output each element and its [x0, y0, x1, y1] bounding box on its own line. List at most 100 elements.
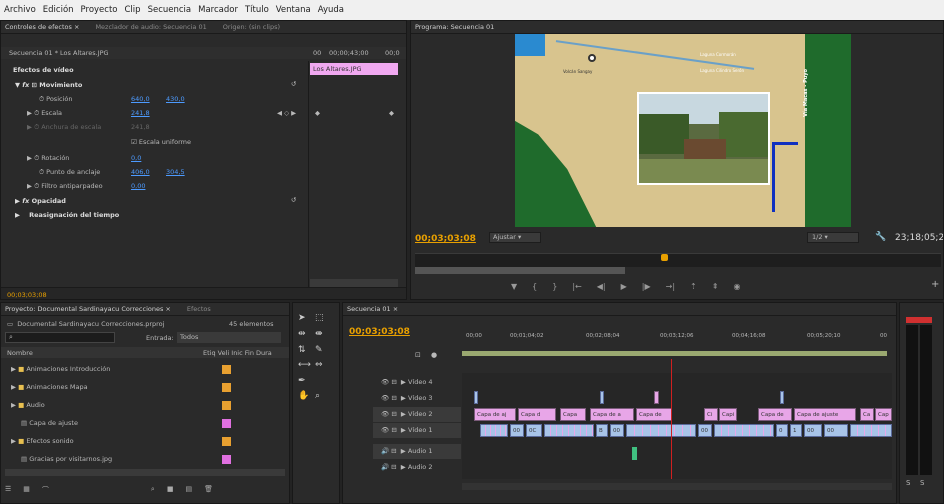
video1-clip[interactable]: 00	[510, 424, 524, 437]
video1-clip[interactable]	[850, 424, 892, 437]
fit-dropdown[interactable]: Ajustar ▾	[489, 232, 541, 243]
timeline-h-scrollbar[interactable]	[462, 483, 892, 490]
track-header-audio1[interactable]: 🔊 ⊟ ▶ Audio 1	[373, 444, 461, 459]
add-button-icon[interactable]: +	[931, 279, 939, 290]
video1-clip[interactable]	[544, 424, 594, 437]
tab-program[interactable]: Programa: Secuencia 01	[415, 23, 494, 31]
audio1-clip[interactable]	[632, 447, 637, 460]
program-timecode[interactable]: 00;03;03;08	[415, 234, 476, 244]
extract-icon[interactable]: ⇞	[712, 282, 719, 291]
video2-clip[interactable]: Capa de	[636, 408, 672, 421]
tab-project[interactable]: Proyecto: Documental Sardinayacu Correcc…	[5, 305, 171, 313]
anclaje-x-value[interactable]: 406,0	[131, 168, 150, 176]
menu-proyecto[interactable]: Proyecto	[81, 5, 118, 15]
entrada-dropdown[interactable]: Todos	[177, 332, 281, 343]
video2-clip[interactable]: Capa d	[518, 408, 556, 421]
menu-secuencia[interactable]: Secuencia	[148, 5, 192, 15]
project-scrollbar[interactable]	[5, 469, 285, 476]
go-to-in-icon[interactable]: |←	[572, 282, 581, 291]
video3-clip[interactable]	[780, 391, 784, 404]
reasignacion-row[interactable]: ▶ Reasignación del tiempo	[15, 211, 119, 219]
track-header-video4[interactable]: 👁 ⊟ ▶ Vídeo 4	[373, 375, 461, 390]
video2-clip[interactable]: Ci	[704, 408, 718, 421]
video2-clip[interactable]: Capa de ajuste	[794, 408, 856, 421]
hand-tool-icon[interactable]: ✋	[298, 391, 309, 401]
list-item[interactable]: ▤ Gracias por visitarnos.jpg	[1, 451, 289, 467]
track-header-video3[interactable]: 👁 ⊟ ▶ Vídeo 3	[373, 391, 461, 406]
tab-source[interactable]: Origen: (sin clips)	[223, 23, 280, 31]
wrench-icon[interactable]: 🔧	[875, 232, 886, 242]
video1-clip[interactable]: 00	[804, 424, 822, 437]
effects-scrollbar[interactable]	[310, 279, 398, 287]
ripple-edit-icon[interactable]: ⇹	[298, 329, 306, 339]
track-header-video1[interactable]: 👁 ⊟ ▶ Vídeo 1	[373, 423, 461, 438]
rate-stretch-icon[interactable]: ⇅	[298, 345, 306, 355]
pen-tool-icon[interactable]: ✒	[298, 376, 306, 386]
anclaje-y-value[interactable]: 304,5	[166, 168, 185, 176]
tab-audio-mixer[interactable]: Mezclador de audio: Secuencia 01	[95, 23, 206, 31]
pos-x-value[interactable]: 640,0	[131, 95, 150, 103]
zoom-tool-icon[interactable]: ⌕	[315, 391, 320, 401]
playhead-marker-icon[interactable]	[661, 254, 668, 261]
keyframe-diamond-end-icon[interactable]: ◆	[389, 109, 394, 117]
keyframe-diamond-icon[interactable]: ◆	[315, 109, 320, 117]
col-rest[interactable]: Etiq Veli Inic Fin Dura	[203, 349, 272, 357]
automate-icon[interactable]: ⌕	[151, 485, 155, 497]
track-header-video2[interactable]: 👁 ⊟ ▶ Vídeo 2	[373, 407, 461, 422]
menu-edicion[interactable]: Edición	[43, 5, 74, 15]
video1-clip[interactable]: B	[596, 424, 608, 437]
tab-effects[interactable]: Efectos	[187, 305, 211, 313]
program-zoom-bar[interactable]	[415, 267, 625, 274]
list-item[interactable]: ▶ ■ Animaciones Introducción	[1, 361, 289, 377]
solo-right-button[interactable]: S	[920, 479, 924, 487]
snap-icon[interactable]: ⊡	[415, 351, 421, 359]
track-select-icon[interactable]: ⬚	[315, 313, 324, 323]
timeline-timecode[interactable]: 00;03;03;08	[349, 327, 410, 337]
project-search-input[interactable]: ⌕	[5, 332, 115, 343]
playhead-line[interactable]	[671, 359, 672, 479]
video2-clip[interactable]: Capa	[560, 408, 586, 421]
escala-value[interactable]: 241,8	[131, 109, 150, 117]
tab-effect-controls[interactable]: Controles de efectos ×	[5, 23, 79, 31]
timeline-ruler[interactable]: 00;00 00;01;04;02 00;02;08;04 00;03;12;0…	[462, 329, 892, 359]
list-item[interactable]: ▤ Capa de ajuste	[1, 415, 289, 431]
video2-clip[interactable]: Ca	[860, 408, 874, 421]
new-bin-icon[interactable]: ■	[167, 485, 174, 497]
video3-clip[interactable]	[654, 391, 659, 404]
mark-in-icon[interactable]: {	[532, 282, 537, 291]
delete-icon[interactable]: 🗑	[204, 485, 213, 497]
rotacion-value[interactable]: 0,0	[131, 154, 141, 162]
keyframe-nav[interactable]: ◀ ◇ ▶	[277, 109, 296, 117]
step-forward-icon[interactable]: |▶	[642, 282, 651, 291]
lift-icon[interactable]: ⇡	[690, 282, 697, 291]
razor-tool-icon[interactable]: ✎	[315, 345, 323, 355]
go-to-out-icon[interactable]: →|	[666, 282, 675, 291]
video3-clip[interactable]	[474, 391, 478, 404]
video1-clip[interactable]: 00	[610, 424, 624, 437]
tab-sequence[interactable]: Secuencia 01 ×	[347, 305, 398, 313]
menu-ventana[interactable]: Ventana	[276, 5, 311, 15]
video2-clip[interactable]: Capa de a	[590, 408, 634, 421]
pos-y-value[interactable]: 430,0	[166, 95, 185, 103]
menu-clip[interactable]: Clip	[125, 5, 141, 15]
video1-clip[interactable]: 00	[824, 424, 848, 437]
video1-clip[interactable]	[626, 424, 696, 437]
step-back-icon[interactable]: ◀|	[597, 282, 606, 291]
opacidad-row[interactable]: ▶ fx Opacidad	[15, 197, 66, 205]
marker-add-icon[interactable]: ●	[431, 351, 437, 359]
reset-icon[interactable]: ↺	[291, 80, 296, 88]
video1-clip[interactable]	[480, 424, 508, 437]
list-item[interactable]: ▶ ■ Audio	[1, 397, 289, 413]
movimiento-row[interactable]: ▼ fx ⊡ Movimiento	[15, 81, 82, 89]
rolling-edit-icon[interactable]: ⇼	[315, 329, 323, 339]
list-view-icon[interactable]: ☰	[5, 485, 11, 497]
zoom-slider-icon[interactable]: ⌒	[42, 485, 49, 497]
video2-clip[interactable]: Cap	[875, 408, 892, 421]
video1-clip[interactable]: 00	[698, 424, 712, 437]
video1-clip[interactable]: 0C	[526, 424, 542, 437]
list-item[interactable]: ▶ ■ Efectos sonido	[1, 433, 289, 449]
track-header-audio2[interactable]: 🔊 ⊟ ▶ Audio 2	[373, 460, 461, 475]
selection-tool-icon[interactable]: ➤	[298, 313, 306, 323]
program-ruler[interactable]	[415, 253, 941, 267]
video1-clip[interactable]: 0	[776, 424, 788, 437]
